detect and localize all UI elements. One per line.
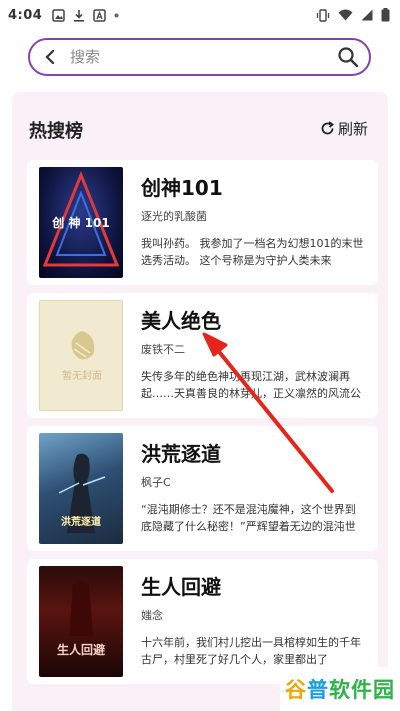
book-cover: 创 神 101 [39,167,123,278]
book-cover: 生人回避 [39,566,123,677]
search-input[interactable] [70,48,327,66]
book-description: 失传多年的绝色神功再现江湖，武林波澜再起……天真善良的林芽儿，正义凛然的风流公 [141,370,361,400]
book-title: 洪荒逐道 [141,442,221,466]
feather-icon [71,331,95,360]
book-card[interactable]: 暂无封面 美人绝色 废铁不二 失传多年的绝色神功再现江湖，武林波澜再起……天真善… [27,293,378,418]
search-button[interactable] [327,40,369,74]
search-icon [338,47,359,68]
book-card[interactable]: 创 神 101 创神101 逐光的乳酸菌 我叫孙药。 我参加了一档名为幻想101… [27,160,378,285]
cover-text: 洪荒逐道 [61,515,101,528]
cover-text: 生人回避 [57,642,105,657]
image-icon [52,8,66,22]
cover-text: 创 神 101 [51,215,109,230]
book-cover: 洪荒逐道 [39,433,123,544]
status-bar: 4:04 [0,0,400,30]
signal-icon [361,9,373,21]
status-time: 4:04 [8,7,43,23]
book-description: 我叫孙药。 我参加了一档名为幻想101的末世选秀活动。 这个号称是为守护人类未来 [141,237,364,267]
no-cover-text: 暂无封面 [62,369,102,382]
book-title: 生人回避 [141,575,221,599]
book-title: 创神101 [141,176,223,200]
watermark-logo: 谷普软件园 [280,667,400,711]
book-card[interactable]: 洪荒逐道 洪荒逐道 枫子C “混沌期修士？还不是混沌魔神，这个世界到底隐藏了什么… [27,426,378,551]
status-notification-icons [52,8,119,22]
chevron-left-icon [45,49,55,65]
back-button[interactable] [30,40,70,74]
search-bar [28,38,371,76]
book-card[interactable]: 生人回避 生人回避 媸念 十六年前，我们村儿挖出一具棺椁如生的千年古尸，村里死了… [27,559,378,684]
battery-icon [381,8,390,22]
book-description: “混沌期修士？还不是混沌魔神，这个世界到底隐藏了什么秘密！”严辉望着无边的混沌世 [141,503,356,533]
book-author: 废铁不二 [141,343,185,356]
refresh-icon [321,121,334,135]
book-author: 枫子C [141,476,171,489]
wifi-icon [338,9,353,21]
refresh-button[interactable]: 刷新 [320,118,368,139]
book-description: 十六年前，我们村儿挖出一具棺椁如生的千年古尸，村里死了好几个人，家里都出了 [141,636,361,666]
hot-search-panel: 热搜榜 刷新 创 神 101 创神101 逐光的乳酸菌 我叫孙药。 我参加了一档… [12,92,388,711]
status-system-icons [316,8,390,22]
app-a-icon [93,8,107,22]
dot-icon [114,13,119,17]
book-author: 媸念 [141,609,163,622]
panel-title: 热搜榜 [29,121,83,142]
vibrate-icon [316,8,330,22]
book-title: 美人绝色 [141,309,221,333]
book-author: 逐光的乳酸菌 [141,210,207,223]
download-icon [74,9,85,22]
book-cover-placeholder: 暂无封面 [39,300,123,411]
refresh-label: 刷新 [337,120,368,138]
